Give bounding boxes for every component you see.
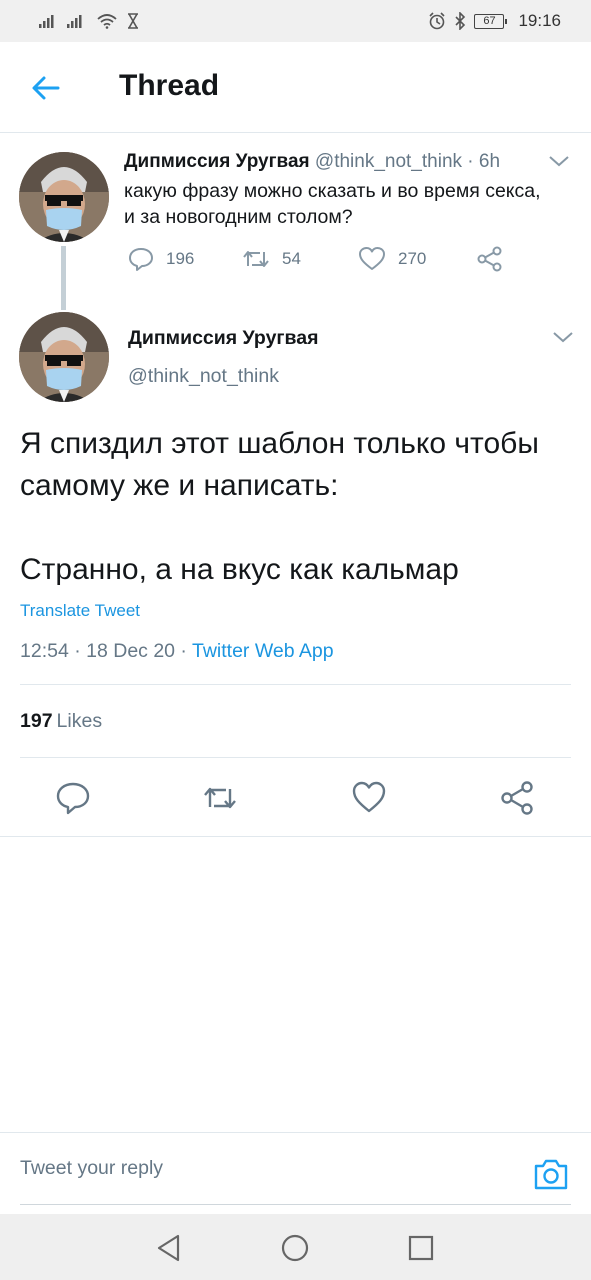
- divider: [20, 684, 571, 685]
- battery-icon: 67: [474, 13, 508, 29]
- reply-count: 196: [166, 249, 195, 268]
- parent-tweet[interactable]: Дипмиссия Уругвая @think_not_think · 6h …: [0, 134, 591, 304]
- hourglass-icon: [128, 13, 138, 29]
- status-icons-right: 67 19:16: [428, 11, 561, 31]
- share-icon[interactable]: [499, 780, 535, 816]
- parent-tweet-header: Дипмиссия Уругвая @think_not_think · 6h: [124, 151, 500, 173]
- main-author-name[interactable]: Дипмиссия Уругвая: [128, 327, 319, 350]
- avatar[interactable]: [19, 152, 109, 242]
- tweet-age: · 6h: [467, 151, 501, 172]
- divider: [0, 836, 591, 837]
- signal-icon: [39, 15, 54, 28]
- author-name[interactable]: Дипмиссия Уругвая: [124, 151, 310, 172]
- avatar-image: [19, 312, 109, 402]
- tweet-source-link[interactable]: Twitter Web App: [192, 640, 334, 662]
- main-tweet-text: Я спиздил этот шаблон только чтобы самом…: [20, 427, 539, 586]
- nav-home-icon[interactable]: [280, 1233, 310, 1263]
- like-count: 270: [398, 249, 427, 268]
- back-arrow-icon[interactable]: [30, 72, 62, 104]
- share-button[interactable]: [476, 246, 504, 272]
- main-author-handle[interactable]: @think_not_think: [128, 365, 279, 388]
- tweet-timestamp: 12:54 · 18 Dec 20 ·: [20, 640, 192, 662]
- retweet-button[interactable]: 54: [242, 246, 358, 272]
- thread-connector: [61, 246, 66, 310]
- parent-tweet-actions: 196 54 270: [128, 246, 504, 272]
- reply-button[interactable]: 196: [128, 246, 242, 272]
- status-icons-left: [38, 13, 140, 29]
- likes-count: 197: [20, 710, 53, 732]
- parent-tweet-text: какую фразу можно сказать и во время сек…: [124, 180, 541, 228]
- signal-icon-2: [67, 15, 82, 28]
- reply-bar: [0, 1132, 591, 1214]
- camera-icon[interactable]: [533, 1157, 569, 1191]
- status-bar: 67 19:16: [0, 0, 591, 42]
- likes-summary[interactable]: 197 Likes: [20, 710, 102, 733]
- avatar-image: [19, 152, 109, 242]
- likes-label: Likes: [56, 710, 103, 732]
- header: Thread: [0, 42, 591, 133]
- tweet-meta: 12:54 · 18 Dec 20 · Twitter Web App: [20, 640, 334, 663]
- reply-input[interactable]: [20, 1133, 571, 1205]
- divider: [20, 757, 571, 758]
- page-title: Thread: [119, 69, 220, 102]
- translate-tweet-link[interactable]: Translate Tweet: [20, 601, 140, 621]
- chevron-down-icon[interactable]: [551, 325, 575, 349]
- main-tweet-avatar[interactable]: [19, 312, 109, 402]
- nav-back-icon[interactable]: [154, 1233, 184, 1263]
- heart-icon: [359, 247, 385, 270]
- share-icon: [477, 246, 502, 272]
- like-button[interactable]: 270: [358, 246, 476, 272]
- nav-recents-icon[interactable]: [406, 1233, 436, 1263]
- reply-icon: [129, 248, 153, 271]
- system-nav-bar: [0, 1214, 591, 1280]
- chevron-down-icon[interactable]: [547, 149, 571, 173]
- reply-icon[interactable]: [55, 780, 91, 816]
- bluetooth-icon: [455, 12, 466, 30]
- heart-icon[interactable]: [351, 780, 387, 816]
- retweet-icon: [243, 251, 269, 267]
- author-handle[interactable]: @think_not_think: [315, 151, 462, 172]
- retweet-icon[interactable]: [202, 780, 238, 816]
- retweet-count: 54: [282, 249, 301, 268]
- status-time: 19:16: [518, 11, 561, 30]
- alarm-icon: [429, 12, 446, 30]
- wifi-icon: [97, 14, 117, 29]
